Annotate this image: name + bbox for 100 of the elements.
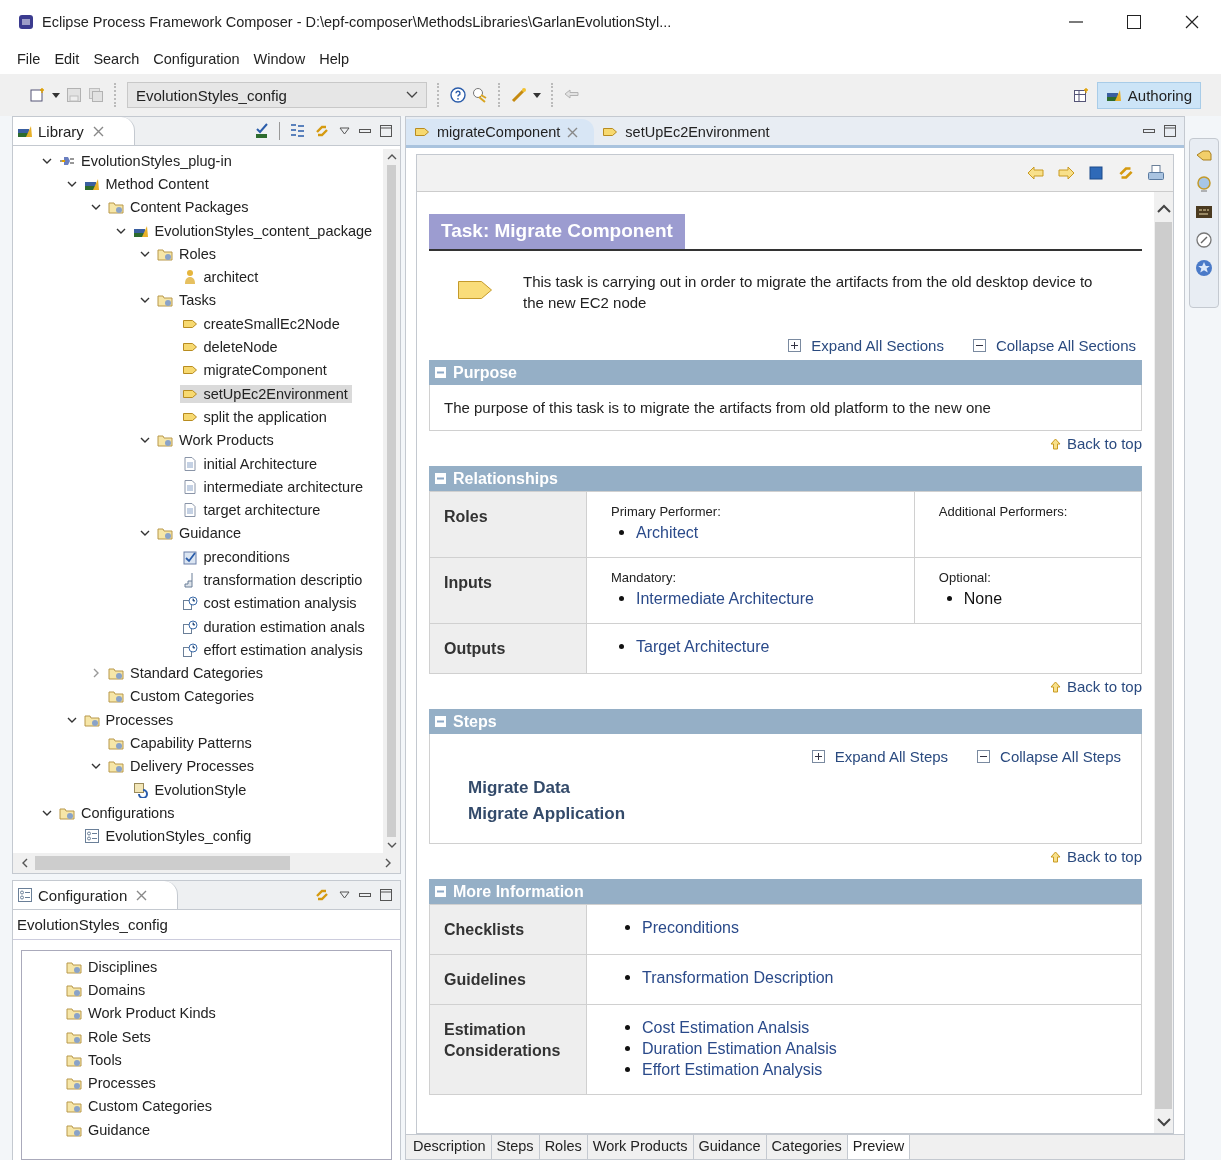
menu-item[interactable]: File bbox=[10, 48, 48, 70]
item-link[interactable]: Architect bbox=[636, 522, 699, 543]
collapsed-chevron-icon[interactable] bbox=[91, 668, 101, 679]
menu-item[interactable]: Configuration bbox=[146, 48, 247, 70]
step-title[interactable]: Migrate Application bbox=[468, 801, 1121, 827]
list-item[interactable]: Role Sets bbox=[88, 1028, 151, 1045]
tree-item[interactable]: split the application bbox=[179, 407, 331, 426]
expand-all-steps-link[interactable]: Expand All Steps bbox=[810, 748, 949, 765]
collapse-all-sections-link[interactable]: Collapse All Sections bbox=[971, 337, 1136, 354]
caret-icon[interactable] bbox=[52, 92, 60, 98]
scroll-left-icon[interactable] bbox=[21, 858, 29, 868]
sort-icon[interactable] bbox=[289, 123, 305, 139]
tree-item[interactable]: EvolutionStyles_plug-in bbox=[57, 151, 236, 170]
close-icon[interactable] bbox=[1185, 15, 1199, 29]
tree-item[interactable]: effort estimation analysis bbox=[179, 640, 367, 659]
tree-item[interactable]: Delivery Processes bbox=[106, 757, 259, 776]
tree-item[interactable]: EvolutionStyles_config bbox=[81, 827, 256, 846]
back-to-top-link[interactable]: Back to top bbox=[1049, 848, 1142, 865]
menu-item[interactable]: Search bbox=[86, 48, 147, 70]
tree-item[interactable]: target architecture bbox=[179, 501, 325, 520]
help-icon[interactable] bbox=[450, 87, 466, 103]
check-books-icon[interactable] bbox=[254, 123, 270, 139]
item-link[interactable]: Preconditions bbox=[642, 917, 739, 938]
tree-item[interactable]: Capability Patterns bbox=[106, 734, 256, 753]
tree-item[interactable]: architect bbox=[179, 268, 263, 287]
caret-icon[interactable] bbox=[533, 92, 541, 98]
item-link[interactable]: Transformation Description bbox=[642, 967, 834, 988]
tree-item[interactable]: createSmallEc2Node bbox=[179, 314, 344, 333]
authoring-perspective-button[interactable]: Authoring bbox=[1096, 81, 1201, 109]
item-link[interactable]: Effort Estimation Analysis bbox=[642, 1059, 823, 1080]
editor-tab[interactable]: migrateComponent bbox=[406, 119, 595, 145]
collapse-all-steps-link[interactable]: Collapse All Steps bbox=[976, 748, 1121, 765]
maximize-icon[interactable] bbox=[1164, 125, 1176, 137]
menu-item[interactable]: Window bbox=[246, 48, 313, 70]
tree-item[interactable]: EvolutionStyles_content_package bbox=[130, 221, 377, 240]
tree-item[interactable]: initial Architecture bbox=[179, 454, 322, 473]
item-link[interactable]: Intermediate Architecture bbox=[636, 588, 814, 609]
tree-item[interactable]: migrateComponent bbox=[179, 361, 331, 380]
scrollbar-thumb[interactable] bbox=[387, 165, 396, 837]
page-tab[interactable]: Preview bbox=[847, 1135, 911, 1159]
stop-icon[interactable] bbox=[1087, 164, 1105, 182]
minimize-icon[interactable] bbox=[359, 128, 371, 134]
menu-item[interactable]: Help bbox=[312, 48, 356, 70]
tree-item[interactable]: Content Packages bbox=[106, 198, 253, 217]
tree-item[interactable]: Processes bbox=[81, 710, 178, 729]
scroll-right-icon[interactable] bbox=[384, 858, 392, 868]
list-item[interactable]: Work Product Kinds bbox=[88, 1005, 216, 1022]
item-link[interactable]: Cost Estimation Analsis bbox=[642, 1017, 810, 1038]
tree-item[interactable]: preconditions bbox=[179, 547, 294, 566]
tree-item[interactable]: Roles bbox=[155, 244, 221, 263]
view-menu-icon[interactable] bbox=[339, 891, 350, 899]
maximize-icon[interactable] bbox=[380, 889, 392, 901]
library-tab[interactable]: Library bbox=[13, 117, 135, 145]
step-title[interactable]: Migrate Data bbox=[468, 775, 1121, 801]
tree-item[interactable]: Method Content bbox=[81, 174, 213, 193]
tree-item[interactable]: setUpEc2Environment bbox=[179, 384, 352, 403]
tree-item[interactable]: intermediate architecture bbox=[179, 477, 368, 496]
item-link[interactable]: Target Architecture bbox=[636, 636, 770, 657]
configuration-dropdown[interactable]: EvolutionStyles_config bbox=[127, 82, 427, 108]
expand-all-sections-link[interactable]: Expand All Sections bbox=[787, 337, 944, 354]
minimize-icon[interactable] bbox=[359, 892, 371, 898]
maximize-icon[interactable] bbox=[1127, 15, 1141, 29]
scroll-down-icon[interactable] bbox=[1156, 1117, 1171, 1127]
print-icon[interactable] bbox=[1147, 164, 1165, 182]
back-to-top-link[interactable]: Back to top bbox=[1049, 678, 1142, 695]
wand-icon[interactable] bbox=[511, 87, 527, 103]
checklist-icon bbox=[181, 548, 198, 565]
list-item[interactable]: Domains bbox=[88, 981, 146, 998]
scroll-up-icon[interactable] bbox=[386, 153, 397, 161]
tree-item[interactable]: EvolutionStyle bbox=[130, 780, 251, 799]
tree-item[interactable]: transformation descriptio bbox=[179, 571, 367, 589]
menu-item[interactable]: Edit bbox=[47, 48, 87, 70]
compass-icon[interactable] bbox=[1195, 231, 1213, 249]
scroll-up-icon[interactable] bbox=[1156, 204, 1171, 214]
back-to-top-link[interactable]: Back to top bbox=[1049, 435, 1142, 452]
maximize-icon[interactable] bbox=[380, 125, 392, 137]
list-item[interactable]: Disciplines bbox=[88, 958, 158, 975]
list-item[interactable]: Custom Categories bbox=[88, 1098, 213, 1115]
item-link[interactable]: Duration Estimation Analsis bbox=[642, 1038, 837, 1059]
list-item[interactable]: Guidance bbox=[88, 1121, 151, 1138]
tree-item[interactable]: Work Products bbox=[155, 431, 278, 450]
tree-item[interactable]: Guidance bbox=[155, 524, 246, 543]
minimize-icon[interactable] bbox=[1143, 128, 1155, 134]
scroll-down-icon[interactable] bbox=[386, 841, 397, 849]
tree-item[interactable]: Custom Categories bbox=[106, 687, 259, 706]
tree-item[interactable]: Tasks bbox=[155, 291, 221, 310]
tree-item[interactable]: duration estimation anals bbox=[179, 617, 369, 636]
editor-tab[interactable]: setUpEc2Environment bbox=[594, 119, 786, 145]
star-badge-icon[interactable] bbox=[1195, 259, 1213, 277]
tree-item[interactable]: Standard Categories bbox=[106, 664, 267, 683]
view-menu-icon[interactable] bbox=[339, 127, 350, 135]
configuration-tab[interactable]: Configuration bbox=[13, 881, 179, 909]
scrollbar-thumb[interactable] bbox=[1155, 222, 1172, 1109]
scrollbar-thumb[interactable] bbox=[35, 856, 290, 870]
tree-item[interactable]: cost estimation analysis bbox=[179, 594, 361, 613]
list-item[interactable]: Tools bbox=[88, 1051, 122, 1068]
tree-item[interactable]: deleteNode bbox=[179, 338, 282, 356]
tree-item[interactable]: Configurations bbox=[57, 803, 179, 822]
open-perspective-icon[interactable] bbox=[1072, 87, 1089, 103]
list-item[interactable]: Processes bbox=[88, 1075, 156, 1092]
